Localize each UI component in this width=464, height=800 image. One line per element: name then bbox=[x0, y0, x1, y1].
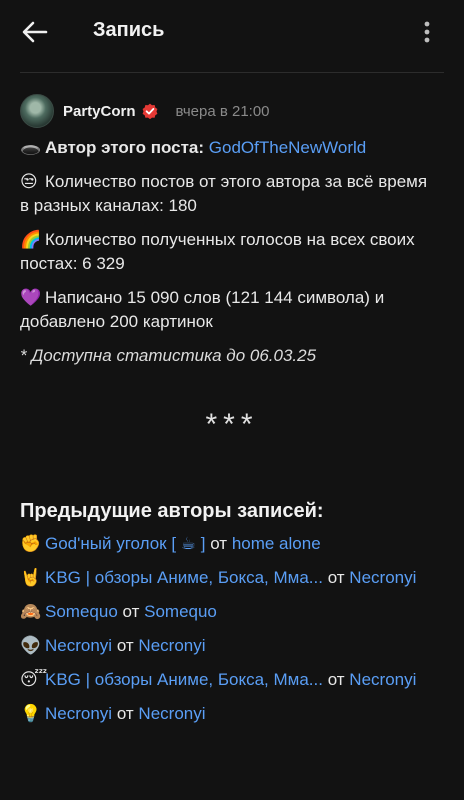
post-time: вчера в 21:00 bbox=[175, 102, 270, 120]
author-link[interactable]: Necronyi bbox=[138, 636, 205, 655]
author-link[interactable]: Necronyi bbox=[138, 704, 205, 723]
previous-authors-section: Предыдущие авторы записей: ✊ God'ный угол… bbox=[20, 497, 440, 736]
author-name[interactable]: PartyCorn bbox=[63, 103, 136, 120]
from-word: от bbox=[112, 704, 139, 723]
channel-link[interactable]: Necronyi bbox=[45, 636, 112, 655]
rainbow-icon: 🌈 bbox=[20, 230, 42, 249]
verified-badge-icon bbox=[142, 103, 157, 119]
emoji-icon: ✊ bbox=[20, 534, 42, 553]
hole-icon: 🕳️ bbox=[20, 138, 42, 157]
from-word: от bbox=[322, 568, 350, 587]
unamused-face-icon: 😒 bbox=[20, 172, 38, 191]
previous-authors-list: ✊ God'ный уголок [ ☕ ] от home alone 🤘 KBG … bbox=[20, 532, 440, 726]
author-line: 🕳️ Автор этого поста: GodOfTheNewWorld bbox=[20, 136, 440, 160]
channel-link[interactable]: KBG | обзоры Аниме, Бокса, Мма... bbox=[45, 670, 323, 689]
list-item: 💡 Necronyi от Necronyi bbox=[20, 702, 440, 726]
words-text: Написано 15 090 слов (121 144 символа) и… bbox=[20, 288, 385, 331]
from-word: от bbox=[117, 602, 145, 621]
list-item: 🙈 Somequo от Somequo bbox=[20, 600, 440, 624]
posts-count-text: Количество постов от этого автора за всё… bbox=[20, 172, 428, 215]
author-link[interactable]: Necronyi bbox=[349, 670, 416, 689]
previous-authors-title: Предыдущие авторы записей: bbox=[20, 500, 324, 522]
list-item: 🤘 KBG | обзоры Аниме, Бокса, Мма... от Ne… bbox=[20, 566, 440, 590]
list-item: 👽 Necronyi от Necronyi bbox=[20, 634, 440, 658]
emoji-icon: 💡 bbox=[20, 704, 42, 723]
header-divider bbox=[20, 72, 444, 73]
post-body: 🕳️ Автор этого поста: GodOfTheNewWorld 😒 К… bbox=[20, 136, 440, 378]
from-word: от bbox=[112, 636, 139, 655]
back-button[interactable] bbox=[20, 18, 50, 46]
more-vertical-icon bbox=[424, 21, 430, 43]
post-header: PartyCorn вчера в 21:00 bbox=[20, 94, 444, 128]
author-link[interactable]: Somequo bbox=[144, 602, 217, 621]
purple-heart-icon: 💜 bbox=[20, 288, 42, 307]
channel-link[interactable]: KBG | обзоры Аниме, Бокса, Мма... bbox=[45, 568, 323, 587]
from-word: от bbox=[205, 534, 232, 553]
arrow-left-icon bbox=[22, 21, 48, 43]
section-separator: *** bbox=[205, 408, 259, 441]
author-link[interactable]: home alone bbox=[232, 534, 321, 553]
avatar[interactable] bbox=[20, 94, 54, 128]
votes-line: 🌈 Количество полученных голосов на всех с… bbox=[20, 228, 440, 276]
author-label: Автор этого поста: bbox=[45, 138, 205, 157]
words-line: 💜 Написано 15 090 слов (121 144 символа) … bbox=[20, 286, 440, 334]
channel-link[interactable]: Somequo bbox=[45, 602, 118, 621]
posts-count-line: 😒 Количество постов от этого автора за вс… bbox=[20, 170, 440, 218]
votes-text: Количество полученных голосов на всех св… bbox=[20, 230, 415, 273]
list-item: 😴KBG | обзоры Аниме, Бокса, Мма... от Ne… bbox=[20, 668, 440, 692]
top-app-bar: Запись bbox=[0, 0, 464, 64]
author-link[interactable]: GodOfTheNewWorld bbox=[209, 138, 366, 157]
list-item: ✊ God'ный уголок [ ☕ ] от home alone bbox=[20, 532, 440, 556]
author-link[interactable]: Necronyi bbox=[349, 568, 416, 587]
channel-link[interactable]: Necronyi bbox=[45, 704, 112, 723]
emoji-icon: 🙈 bbox=[20, 602, 42, 621]
page-title: Запись bbox=[93, 19, 165, 41]
more-options-button[interactable] bbox=[416, 18, 438, 46]
stats-note: * Доступна статистика до 06.03.25 bbox=[20, 346, 317, 365]
emoji-icon: 🤘 bbox=[20, 568, 42, 587]
emoji-icon: 👽 bbox=[20, 636, 42, 655]
from-word: от bbox=[322, 670, 350, 689]
emoji-icon: 😴 bbox=[20, 670, 48, 689]
channel-link[interactable]: God'ный уголок [ ☕ ] bbox=[45, 534, 205, 553]
